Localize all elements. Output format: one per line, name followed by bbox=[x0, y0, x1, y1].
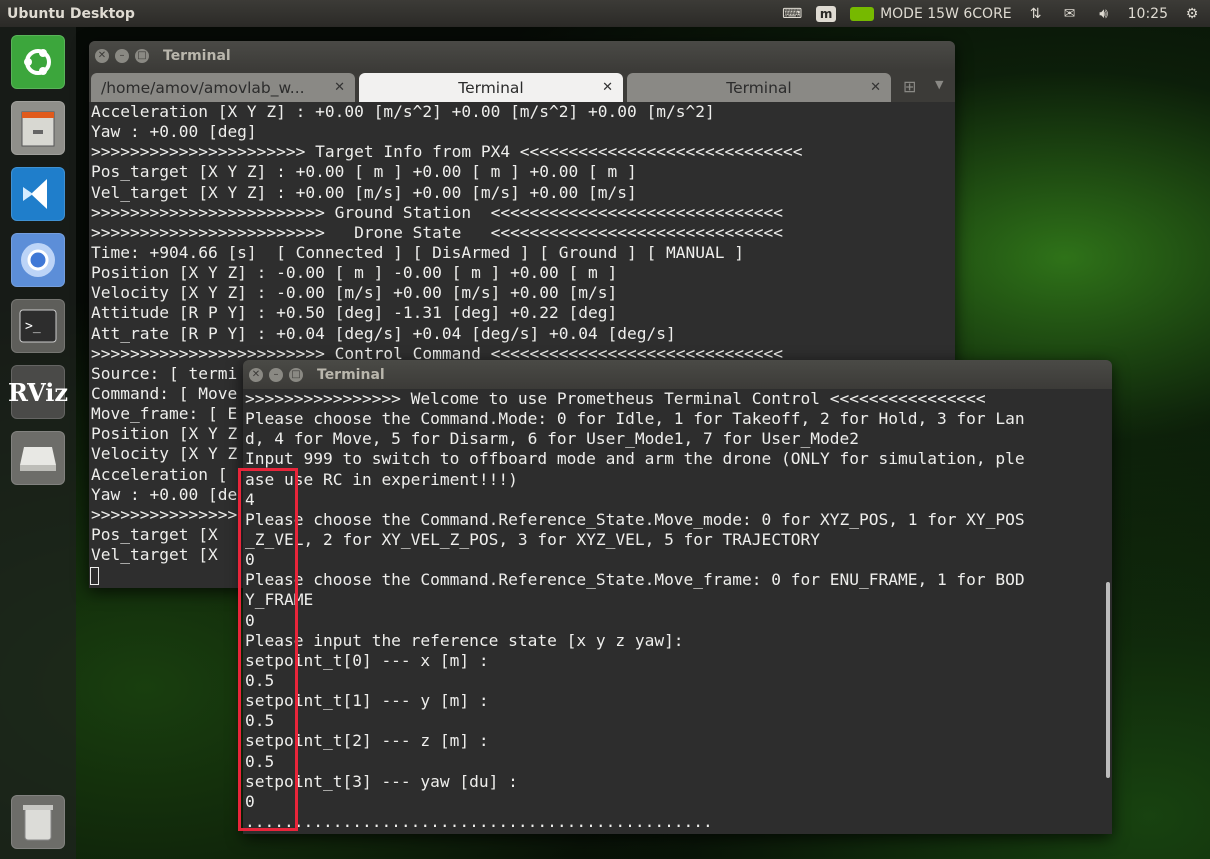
terminal-icon: >_ bbox=[19, 309, 57, 343]
tab-menu-chevron-down-icon[interactable]: ▼ bbox=[935, 78, 943, 91]
maximize-button[interactable]: □ bbox=[289, 367, 303, 382]
tab-close-icon[interactable]: ✕ bbox=[602, 80, 613, 95]
window-title: Terminal bbox=[317, 366, 385, 383]
tab-close-icon[interactable]: ✕ bbox=[334, 80, 345, 95]
window-title: Terminal bbox=[163, 47, 231, 64]
terminal-output[interactable]: >>>>>>>>>>>>>>>> Welcome to use Promethe… bbox=[243, 389, 1112, 834]
tab-home-path[interactable]: /home/amov/amovlab_w... ✕ bbox=[91, 73, 355, 102]
launcher-terminal[interactable]: >_ bbox=[8, 297, 68, 355]
terminal-line: Pos_target [X Y Z] : +0.00 [ m ] +0.00 [… bbox=[91, 162, 637, 182]
terminal-line: 0 bbox=[245, 550, 255, 570]
launcher-files[interactable] bbox=[8, 99, 68, 157]
drive-icon bbox=[20, 447, 56, 471]
terminal-line: 4 bbox=[245, 489, 255, 509]
launcher-vscode[interactable] bbox=[8, 165, 68, 223]
launcher: >_ RViz bbox=[0, 27, 76, 859]
nvidia-mode-indicator[interactable]: MODE 15W 6CORE bbox=[850, 6, 1012, 22]
launcher-ubuntu-home[interactable] bbox=[8, 33, 68, 91]
terminal-line: ........................................… bbox=[245, 811, 713, 831]
terminal-line: setpoint_t[2] --- z [m] : bbox=[245, 731, 489, 751]
terminal-line: Please choose the Command.Reference_Stat… bbox=[245, 570, 1025, 590]
input-method-icon[interactable]: m bbox=[816, 5, 837, 22]
terminal-line: setpoint_t[3] --- yaw [du] : bbox=[245, 771, 518, 791]
minimize-button[interactable]: – bbox=[269, 367, 283, 382]
terminal-line: _Z_VEL, 2 for XY_VEL_Z_POS, 3 for XYZ_VE… bbox=[245, 529, 820, 549]
close-button[interactable]: ✕ bbox=[95, 48, 109, 63]
network-icon[interactable]: ⇅ bbox=[1026, 6, 1046, 22]
new-tab-icon[interactable]: ⊞ bbox=[903, 77, 916, 96]
launcher-trash[interactable] bbox=[8, 793, 68, 851]
mail-icon[interactable]: ✉ bbox=[1060, 6, 1080, 22]
terminal-line: Yaw : +0.00 [deg] bbox=[91, 122, 257, 142]
terminal-line: 0 bbox=[245, 610, 255, 630]
maximize-button[interactable]: □ bbox=[135, 48, 149, 63]
terminal-line: >>>>>>>>>>>>>>>>>>>>>> Target Info from … bbox=[91, 142, 803, 162]
terminal-line: Acceleration [X Y Z] : +0.00 [m/s^2] +0.… bbox=[91, 102, 715, 121]
trash-icon bbox=[23, 805, 53, 841]
desktop-title: Ubuntu Desktop bbox=[7, 5, 135, 22]
terminal-titlebar[interactable]: ✕ – □ Terminal bbox=[89, 41, 955, 70]
terminal-line: d, 4 for Move, 5 for Disarm, 6 for User_… bbox=[245, 429, 859, 449]
launcher-chromium[interactable] bbox=[8, 231, 68, 289]
terminal-titlebar[interactable]: ✕ – □ Terminal bbox=[243, 360, 1112, 389]
terminal-line: >>>>>>>>>>>>>>>>>>>>>>>> Ground Station … bbox=[91, 202, 783, 222]
terminal-line: >>>>>>>>>>>>>>>> Welcome to use Promethe… bbox=[245, 389, 986, 408]
settings-gear-icon[interactable]: ⚙ bbox=[1182, 6, 1202, 22]
terminal-line: Please input the reference state [x y z … bbox=[245, 630, 684, 650]
nvidia-icon bbox=[850, 6, 875, 21]
terminal-line: setpoint_t[0] --- x [m] : bbox=[245, 650, 489, 670]
tab-label: Terminal bbox=[458, 78, 524, 97]
terminal-line: Time: +904.66 [s] [ Connected ] [ DisArm… bbox=[91, 242, 744, 262]
terminal-line: Please choose the Command.Mode: 0 for Id… bbox=[245, 409, 1025, 429]
clock[interactable]: 10:25 bbox=[1128, 6, 1168, 22]
chromium-icon bbox=[21, 243, 55, 277]
terminal-line: Vel_target [X Y Z] : +0.00 [m/s] +0.00 [… bbox=[91, 182, 637, 202]
terminal-line: Input 999 to switch to offboard mode and… bbox=[245, 449, 1025, 469]
terminal-line: ase use RC in experiment!!!) bbox=[245, 469, 518, 489]
terminal-window-front[interactable]: ✕ – □ Terminal >>>>>>>>>>>>>>>> Welcome … bbox=[243, 360, 1112, 834]
terminal-line: setpoint_t[1] --- y [m] : bbox=[245, 691, 489, 711]
terminal-line: 0.5 bbox=[245, 711, 275, 731]
input-values-highlight-box bbox=[238, 468, 298, 831]
text-cursor bbox=[90, 567, 99, 585]
terminal-line: Position [X Y Z] : -0.00 [ m ] -0.00 [ m… bbox=[91, 263, 618, 283]
terminal-line: Please choose the Command.Reference_Stat… bbox=[245, 509, 1025, 529]
keyboard-icon[interactable]: ⌨ bbox=[782, 6, 802, 22]
tab-terminal[interactable]: Terminal ✕ bbox=[627, 73, 891, 102]
volume-icon[interactable]: 🔊︎ bbox=[1094, 6, 1114, 22]
ubuntu-logo-icon bbox=[24, 49, 51, 75]
terminal-line: Y_FRAME bbox=[245, 590, 314, 610]
top-panel: Ubuntu Desktop ⌨ m MODE 15W 6CORE ⇅ ✉ 🔊︎… bbox=[0, 0, 1210, 27]
mode-text: MODE 15W 6CORE bbox=[880, 5, 1012, 22]
close-button[interactable]: ✕ bbox=[249, 367, 263, 382]
tab-label: Terminal bbox=[726, 78, 792, 97]
svg-text:>_: >_ bbox=[25, 319, 41, 334]
file-cabinet-icon bbox=[21, 111, 55, 147]
terminal-line: Attitude [R P Y] : +0.50 [deg] -1.31 [de… bbox=[91, 303, 618, 323]
tab-label: /home/amov/amovlab_w... bbox=[101, 78, 305, 97]
tab-close-icon[interactable]: ✕ bbox=[870, 80, 881, 95]
terminal-scrollbar[interactable] bbox=[1106, 582, 1110, 778]
terminal-line: 0.5 bbox=[245, 670, 275, 690]
minimize-button[interactable]: – bbox=[115, 48, 129, 63]
indicator-area: ⌨ m MODE 15W 6CORE ⇅ ✉ 🔊︎ 10:25 ⚙ bbox=[782, 0, 1202, 27]
rviz-icon: RViz bbox=[7, 377, 69, 407]
tab-bar: /home/amov/amovlab_w... ✕ Terminal ✕ Ter… bbox=[89, 70, 955, 102]
terminal-line: 0 bbox=[245, 791, 255, 811]
launcher-drive[interactable] bbox=[8, 429, 68, 487]
terminal-line: Velocity [X Y Z] : -0.00 [m/s] +0.00 [m/… bbox=[91, 283, 618, 303]
terminal-line: Att_rate [R P Y] : +0.04 [deg/s] +0.04 [… bbox=[91, 323, 676, 343]
terminal-line: 0.5 bbox=[245, 751, 275, 771]
terminal-line: >>>>>>>>>>>>>>>>>>>>>>>> Drone State <<<… bbox=[91, 222, 783, 242]
launcher-rviz[interactable]: RViz bbox=[8, 363, 68, 421]
vscode-icon bbox=[23, 179, 47, 209]
tab-terminal-active[interactable]: Terminal ✕ bbox=[359, 73, 623, 102]
